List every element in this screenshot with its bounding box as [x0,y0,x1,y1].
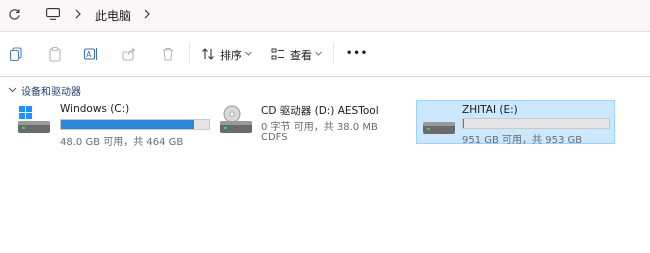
more-options-button[interactable]: ••• [346,48,368,59]
address-bar: 此电脑 [0,0,650,32]
view-button[interactable]: 查看 [290,47,312,63]
drive-free-space: 48.0 GB 可用，共 464 GB [60,137,184,148]
windows-drive-icon [18,106,50,133]
drive-free-space: 951 GB 可用，共 953 GB [462,135,583,146]
collapse-chevron-icon[interactable] [8,86,17,94]
view-icon[interactable] [270,46,286,62]
sort-button[interactable]: 排序 [220,47,242,63]
section-header-devices[interactable]: 设备和驱动器 [21,83,81,98]
breadcrumb-chevron-icon[interactable] [73,8,83,20]
chevron-down-icon [315,51,322,56]
refresh-icon[interactable] [8,8,21,21]
sort-icon[interactable] [200,46,216,62]
cd-drive-icon [220,105,252,133]
drive-e[interactable]: ZHITAI (E:) 951 GB 可用，共 953 GB [416,100,615,146]
drive-usage-bar [60,119,210,130]
delete-icon[interactable] [160,46,176,62]
rename-icon[interactable]: A [83,46,99,62]
drive-usage-fill [61,120,194,129]
drive-free-space: 0 字节 可用，共 38.0 MB [261,122,378,133]
breadcrumb-chevron-icon[interactable] [142,8,152,20]
toolbar-divider [333,42,334,64]
drive-file-system: CDFS [261,132,288,143]
drive-c[interactable]: Windows (C:) 48.0 GB 可用，共 464 GB [16,100,216,148]
share-icon[interactable] [121,46,137,62]
chevron-down-icon [245,51,252,56]
paste-icon[interactable] [47,46,63,62]
content-area: 设备和驱动器 Windows (C:) 48.0 GB 可用，共 464 GB … [0,77,650,253]
drive-name: CD 驱动器 (D:) AESTool [261,105,379,117]
drive-d[interactable]: CD 驱动器 (D:) AESTool 0 字节 可用，共 38.0 MB CD… [218,100,408,144]
command-bar: A 排序 查看 ••• [0,32,650,77]
breadcrumb-this-pc[interactable]: 此电脑 [95,7,131,24]
toolbar-divider [189,42,190,64]
this-pc-icon[interactable] [46,8,60,20]
drive-name: Windows (C:) [60,103,130,115]
copy-icon[interactable] [8,46,24,62]
drive-usage-bar [462,118,610,129]
svg-text:A: A [86,50,92,59]
drive-name: ZHITAI (E:) [462,104,518,116]
hard-drive-icon [423,122,455,134]
